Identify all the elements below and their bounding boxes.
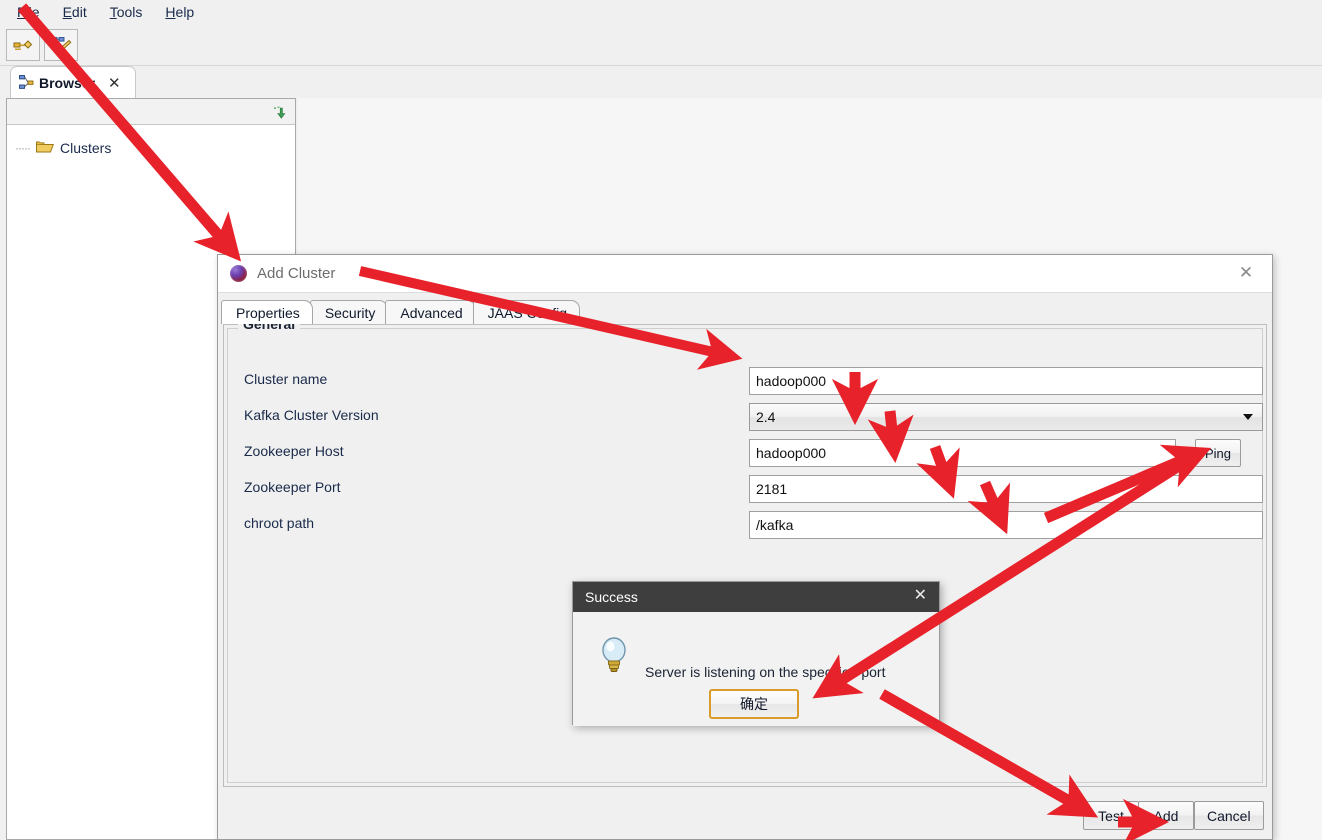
application-window: File Edit Tools Help Browser ✕ ····· Clu… [0,0,1322,840]
folder-open-icon [35,139,55,157]
input-zookeeper-host[interactable]: hadoop000 [749,439,1176,467]
tab-jaas-config-label: JAAS Config [487,304,568,321]
tab-security-label: Security [324,304,376,321]
tab-browser-close-icon[interactable]: ✕ [108,74,121,92]
dialog-title: Add Cluster [257,265,336,282]
browser-tree-icon [19,75,35,93]
tree-node-label: Clusters [59,140,112,156]
menu-tools-rest: ools [116,4,143,20]
tab-browser[interactable]: Browser ✕ [10,66,136,98]
menu-bar: File Edit Tools Help [0,0,1322,24]
row-chroot-path: chroot path /kafka [224,511,1266,541]
label-zookeeper-host: Zookeeper Host [244,443,344,459]
tab-advanced[interactable]: Advanced [385,300,476,324]
success-message: Server is listening on the specified por… [645,664,886,680]
row-zookeeper-host: Zookeeper Host hadoop000 Ping [224,439,1266,469]
row-zookeeper-port: Zookeeper Port 2181 [224,475,1266,505]
tree-connector: ····· [15,141,31,155]
success-close-icon[interactable]: ✕ [914,588,927,604]
dialog-close-icon[interactable]: ✕ [1238,264,1254,282]
lightbulb-icon [597,634,631,678]
cluster-sphere-icon [230,265,247,282]
success-dialog-body: Server is listening on the specified por… [573,612,939,726]
cluster-tree-header [7,99,295,125]
cancel-button[interactable]: Cancel [1194,801,1264,830]
toolbar [0,24,1322,66]
chevron-down-icon [1243,414,1253,420]
select-kafka-cluster-version[interactable]: 2.4 [749,403,1263,431]
menu-edit[interactable]: Edit [52,2,99,22]
menu-file-rest: ile [25,4,40,20]
refresh-download-icon[interactable] [269,102,289,122]
row-kafka-cluster-version: Kafka Cluster Version 2.4 [224,403,1266,433]
tab-jaas-config[interactable]: JAAS Config [472,300,581,324]
edit-cluster-tool-button[interactable] [44,28,78,61]
menu-help-rest: elp [175,4,195,20]
dialog-footer: Test Add Cancel [218,791,1272,839]
add-cluster-tool-button[interactable] [6,28,40,61]
tree-node-clusters[interactable]: ····· Clusters [7,137,295,159]
dialog-title-bar: Add Cluster ✕ [218,255,1272,293]
tab-browser-label: Browser [39,74,96,91]
success-title-bar: Success ✕ [573,582,939,612]
tab-security[interactable]: Security [309,300,389,324]
add-cluster-dialog: Add Cluster ✕ Properties Security Advanc… [217,254,1273,840]
add-cluster-tool-icon [13,39,33,50]
label-kafka-cluster-version: Kafka Cluster Version [244,407,379,423]
ping-button[interactable]: Ping [1195,439,1241,467]
label-chroot-path: chroot path [244,515,315,531]
row-cluster-name: Cluster name hadoop000 [224,367,1266,397]
input-cluster-name[interactable]: hadoop000 [749,367,1263,395]
menu-tools[interactable]: Tools [99,2,155,22]
success-dialog-title: Success [585,589,638,605]
label-cluster-name: Cluster name [244,371,328,387]
test-button[interactable]: Test [1083,801,1139,830]
tab-advanced-label: Advanced [400,304,463,321]
success-dialog: Success ✕ Server is listening on the spe… [572,581,940,726]
input-chroot-path[interactable]: /kafka [749,511,1263,539]
input-zookeeper-port[interactable]: 2181 [749,475,1263,503]
label-zookeeper-port: Zookeeper Port [244,479,341,495]
window-tab-strip: Browser ✕ [0,66,1322,98]
add-button[interactable]: Add [1138,801,1194,830]
menu-file[interactable]: File [6,2,52,22]
tab-properties[interactable]: Properties [221,300,313,324]
menu-help[interactable]: Help [154,2,206,22]
tab-properties-label: Properties [236,304,300,321]
dialog-tab-strip: Properties Security Advanced JAAS Config [221,300,581,324]
edit-cluster-tool-icon [51,36,72,53]
menu-edit-rest: dit [71,4,87,20]
select-kafka-cluster-version-value: 2.4 [756,409,776,425]
success-ok-button[interactable]: 确定 [709,689,799,719]
